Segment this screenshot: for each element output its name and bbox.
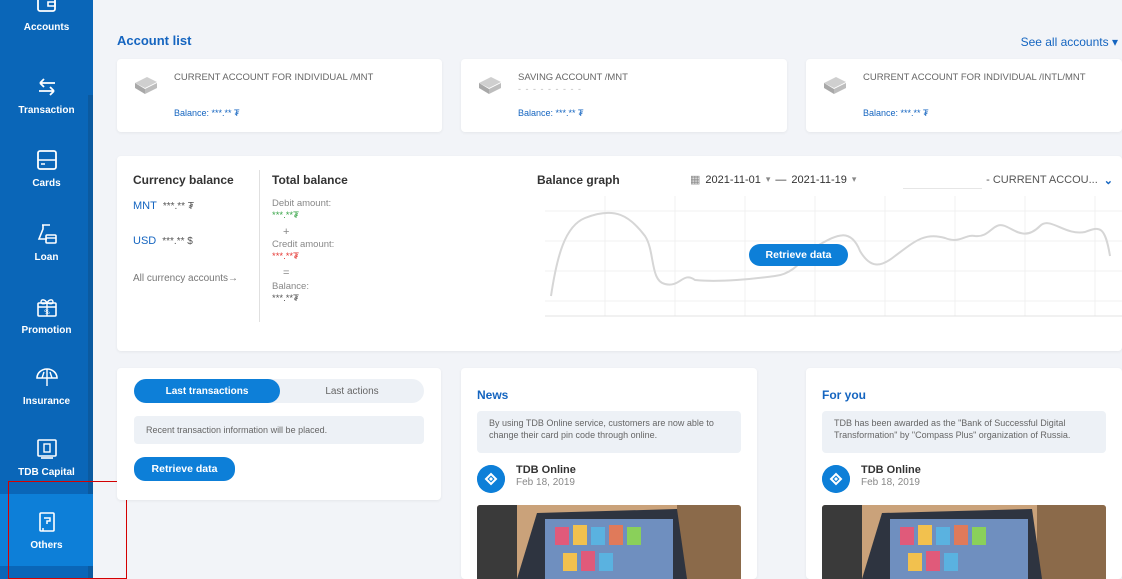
total-balance-title: Total balance (272, 173, 348, 187)
news-image[interactable] (477, 505, 741, 579)
sidebar-item-label: Transaction (18, 104, 75, 116)
account-card[interactable]: CURRENT ACCOUNT FOR INDIVIDUAL /INTL/MNT… (806, 59, 1122, 132)
chevron-down-icon: ▾ (851, 174, 857, 184)
sidebar-item-cards[interactable]: Cards (0, 132, 93, 204)
account-name: CURRENT ACCOUNT FOR INDIVIDUAL /MNT (174, 72, 374, 83)
currency-code: USD (133, 235, 157, 247)
plus-sign: + (283, 226, 290, 238)
for-you-image[interactable] (822, 505, 1106, 579)
sidebar-item-label: Accounts (23, 21, 70, 33)
account-number-masked: - - - - - - - - - (518, 84, 582, 94)
sidebar-item-label: Promotion (21, 324, 72, 336)
tab-last-transactions[interactable]: Last transactions (134, 379, 280, 403)
currency-row-usd[interactable]: USD ***.** $ (133, 235, 193, 247)
transaction-tabs: Last transactions Last actions (134, 379, 424, 403)
sidebar-item-label: Cards (32, 177, 61, 189)
transfer-arrows-icon (38, 77, 55, 96)
news-title: News (477, 388, 509, 402)
account-balance: Balance: ***.** ₮ (174, 108, 240, 118)
umbrella-icon (35, 367, 58, 386)
divider (259, 170, 260, 322)
main-content: Account list See all accounts ▾ CURRENT … (93, 0, 1122, 579)
date-range-picker[interactable]: ▦ 2021-11-01 ▾ — 2021-11-19 ▾ (690, 173, 857, 187)
currency-code: MNT (133, 200, 157, 212)
account-select-value: - CURRENT ACCOU... (986, 174, 1098, 186)
money-stack-icon (135, 77, 157, 94)
date-from[interactable]: 2021-11-01 (705, 174, 760, 186)
sidebar-item-label: TDB Capital (18, 466, 75, 478)
tab-last-actions[interactable]: Last actions (280, 379, 424, 403)
chevron-down-icon: ⌄ (1103, 174, 1113, 187)
post-date: Feb 18, 2019 (516, 477, 575, 488)
sidebar-item-insurance[interactable]: Insurance (0, 350, 93, 422)
post-author: TDB Online (861, 464, 921, 476)
loan-icon (37, 223, 57, 244)
see-all-accounts-link[interactable]: See all accounts ▾ (1021, 35, 1118, 49)
retrieve-transactions-button[interactable]: Retrieve data (134, 457, 235, 481)
currency-balance-title: Currency balance (133, 173, 234, 187)
account-card[interactable]: CURRENT ACCOUNT FOR INDIVIDUAL /MNT Bala… (117, 59, 442, 132)
post-author: TDB Online (516, 464, 576, 476)
wallet-icon (36, 0, 56, 12)
svg-text:%: % (44, 309, 50, 316)
tdb-logo-icon (822, 465, 850, 493)
balance-label: Balance: (272, 281, 309, 292)
see-all-label: See all accounts (1020, 35, 1109, 49)
account-balance: Balance: ***.** ₮ (863, 108, 929, 118)
card-icon (36, 149, 57, 170)
date-separator: — (775, 173, 787, 186)
chevron-down-icon: ▾ (1111, 35, 1118, 49)
sidebar-item-accounts[interactable]: Accounts (0, 0, 93, 48)
sidebar-item-transaction[interactable]: Transaction (0, 59, 93, 131)
debit-label: Debit amount: (272, 198, 332, 209)
retrieve-graph-data-button[interactable]: Retrieve data (749, 244, 848, 266)
for-you-message[interactable]: TDB has been awarded as the "Bank of Suc… (822, 411, 1106, 453)
account-list-title: Account list (117, 33, 192, 48)
all-currency-accounts-link[interactable]: All currency accounts→ (133, 273, 238, 284)
transactions-panel: Last transactions Last actions Recent tr… (117, 368, 441, 500)
account-name: CURRENT ACCOUNT FOR INDIVIDUAL /INTL/MNT (863, 72, 1086, 83)
equals-sign: = (283, 267, 290, 279)
account-card[interactable]: SAVING ACCOUNT /MNT - - - - - - - - - Ba… (461, 59, 787, 132)
currency-value: ***.** ₮ (162, 201, 194, 212)
sidebar-item-label: Insurance (22, 395, 71, 407)
balance-value: ***.**₮ (272, 293, 299, 304)
currency-value: ***.** $ (162, 236, 193, 247)
account-balance: Balance: ***.** ₮ (518, 108, 584, 118)
credit-label: Credit amount: (272, 239, 335, 250)
news-panel: News By using TDB Online service, custom… (461, 368, 757, 579)
transaction-placeholder: Recent transaction information will be p… (134, 416, 424, 444)
for-you-panel: For you TDB has been awarded as the "Ban… (806, 368, 1122, 579)
balance-graph-title: Balance graph (537, 173, 620, 187)
balance-panel: Currency balance MNT ***.** ₮ USD ***.** $… (117, 156, 1122, 351)
date-to[interactable]: 2021-11-19 (791, 174, 846, 186)
capital-icon (36, 438, 57, 459)
account-name: SAVING ACCOUNT /MNT (518, 72, 628, 83)
debit-value: ***.**₮ (272, 210, 299, 221)
post-date: Feb 18, 2019 (861, 477, 920, 488)
for-you-title: For you (822, 388, 866, 402)
money-stack-icon (479, 77, 501, 94)
currency-row-mnt[interactable]: MNT ***.** ₮ (133, 200, 194, 212)
chevron-down-icon: ▾ (765, 174, 771, 184)
news-message[interactable]: By using TDB Online service, customers a… (477, 411, 741, 453)
calendar-icon: ▦ (690, 174, 701, 186)
account-select[interactable]: - CURRENT ACCOU... ⌄ (903, 171, 1113, 189)
account-search-input[interactable] (903, 171, 983, 189)
gift-icon: % (36, 298, 57, 317)
sidebar-item-label: Loan (34, 251, 59, 263)
sidebar-item-promotion[interactable]: % Promotion (0, 279, 93, 351)
money-stack-icon (824, 77, 846, 94)
sidebar-item-loan[interactable]: Loan (0, 206, 93, 278)
tdb-logo-icon (477, 465, 505, 493)
credit-value: ***.**₮ (272, 251, 299, 262)
